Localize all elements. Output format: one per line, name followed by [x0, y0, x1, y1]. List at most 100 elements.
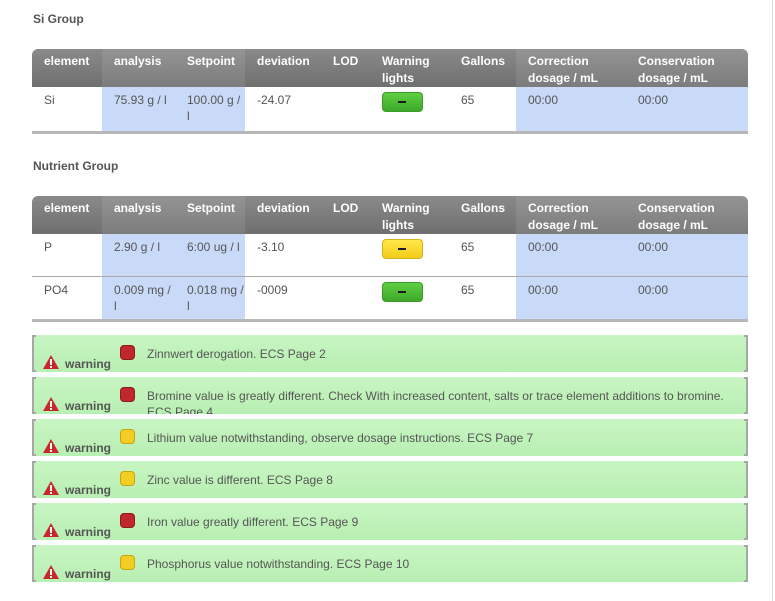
cell-warning-light: [370, 277, 449, 322]
cell-setpoint: 0.018 mg / l: [175, 277, 245, 322]
col-header-deviation: deviation: [245, 196, 321, 234]
warning-label: warning: [65, 483, 112, 497]
cell-warning-light: [370, 234, 449, 277]
warning-message: Zinc value is different. ECS Page 8: [147, 473, 333, 487]
col-header-analysis: analysis: [102, 196, 175, 234]
severity-yellow-icon: [120, 429, 135, 444]
warning-triangle-icon: [43, 355, 59, 369]
warning-message: Phosphorus value notwithstanding. ECS Pa…: [147, 557, 410, 571]
warning-label: warning: [65, 357, 112, 371]
group-title-si: Si Group: [33, 12, 84, 26]
col-header-warning-lights: Warning lights: [370, 196, 449, 234]
bracket-right: [744, 545, 748, 582]
cell-correction: 00:00: [516, 87, 626, 134]
cell-conservation: 00:00: [626, 277, 748, 322]
bracket-right: [744, 419, 748, 456]
dash-icon: [398, 248, 406, 250]
warning-label: warning: [65, 441, 112, 455]
table-row: P 2.90 g / l 6:00 ug / l -3.10 65 00:00 …: [32, 234, 748, 277]
cell-setpoint: 100.00 g / l: [175, 87, 245, 134]
severity-red-icon: [120, 513, 135, 528]
bracket-left: [32, 419, 36, 456]
warning-box: warning Zinnwert derogation. ECS Page 2: [32, 335, 748, 372]
group-title-nutrient: Nutrient Group: [33, 159, 119, 173]
bracket-left: [32, 335, 36, 372]
warning-label: warning: [65, 567, 112, 581]
col-header-gallons: Gallons: [449, 196, 516, 234]
bracket-left: [32, 377, 36, 414]
dash-icon: [398, 101, 406, 103]
col-header-warning-lights: Warning lights: [370, 49, 449, 87]
page: Si Group element analysis Setpoint devia…: [0, 0, 775, 601]
cell-analysis: 2.90 g / l: [102, 234, 175, 277]
bracket-right: [744, 503, 748, 540]
cell-lod: [321, 87, 370, 134]
table-header-row: element analysis Setpoint deviation LOD …: [32, 196, 748, 234]
warning-box: warning Lithium value notwithstanding, o…: [32, 419, 748, 456]
bracket-right: [744, 335, 748, 372]
cell-deviation: -24.07: [245, 87, 321, 134]
warning-light-yellow: [382, 239, 423, 259]
col-header-correction: Correction dosage / mL: [516, 196, 626, 234]
severity-yellow-icon: [120, 471, 135, 486]
warning-triangle-icon: [43, 523, 59, 537]
table-header-row: element analysis Setpoint deviation LOD …: [32, 49, 748, 87]
cell-gallons: 65: [449, 87, 516, 134]
warning-box: warning Phosphorus value notwithstanding…: [32, 545, 748, 582]
warning-message: Bromine value is greatly different. Chec…: [147, 389, 724, 414]
table-row: Si 75.93 g / l 100.00 g / l -24.07 65 00…: [32, 87, 748, 134]
col-header-element: element: [32, 196, 102, 234]
warning-triangle-icon: [43, 481, 59, 495]
cell-analysis: 75.93 g / l: [102, 87, 175, 134]
severity-red-icon: [120, 387, 135, 402]
col-header-analysis: analysis: [102, 49, 175, 87]
warning-message: Iron value greatly different. ECS Page 9: [147, 515, 359, 529]
bracket-left: [32, 545, 36, 582]
cell-analysis: 0.009 mg / l: [102, 277, 175, 322]
col-header-conservation: Conservation dosage / mL: [626, 196, 748, 234]
cell-lod: [321, 277, 370, 322]
col-header-correction: Correction dosage / mL: [516, 49, 626, 87]
warning-light-green: [382, 92, 423, 112]
warning-light-green: [382, 282, 423, 302]
severity-red-icon: [120, 345, 135, 360]
severity-yellow-icon: [120, 555, 135, 570]
warning-message: Zinnwert derogation. ECS Page 2: [147, 347, 326, 361]
cell-correction: 00:00: [516, 234, 626, 277]
col-header-element: element: [32, 49, 102, 87]
bracket-right: [744, 377, 748, 414]
col-header-deviation: deviation: [245, 49, 321, 87]
cell-element: PO4: [32, 277, 102, 322]
table-row: PO4 0.009 mg / l 0.018 mg / l -0009 65 0…: [32, 277, 748, 322]
right-border: [772, 0, 773, 601]
cell-lod: [321, 234, 370, 277]
nutrient-group-table: element analysis Setpoint deviation LOD …: [32, 196, 748, 322]
cell-gallons: 65: [449, 234, 516, 277]
warning-triangle-icon: [43, 397, 59, 411]
cell-conservation: 00:00: [626, 87, 748, 134]
bracket-left: [32, 461, 36, 498]
col-header-lod: LOD: [321, 196, 370, 234]
col-header-setpoint: Setpoint: [175, 49, 245, 87]
dash-icon: [398, 291, 406, 293]
cell-correction: 00:00: [516, 277, 626, 322]
warning-box: warning Bromine value is greatly differe…: [32, 377, 748, 414]
cell-conservation: 00:00: [626, 234, 748, 277]
warning-label: warning: [65, 525, 112, 539]
col-header-conservation: Conservation dosage / mL: [626, 49, 748, 87]
col-header-gallons: Gallons: [449, 49, 516, 87]
warning-triangle-icon: [43, 439, 59, 453]
bracket-left: [32, 503, 36, 540]
cell-element: P: [32, 234, 102, 277]
cell-warning-light: [370, 87, 449, 134]
col-header-setpoint: Setpoint: [175, 196, 245, 234]
cell-setpoint: 6:00 ug / l: [175, 234, 245, 277]
bracket-right: [744, 461, 748, 498]
cell-deviation: -0009: [245, 277, 321, 322]
warning-box: warning Iron value greatly different. EC…: [32, 503, 748, 540]
warning-box: warning Zinc value is different. ECS Pag…: [32, 461, 748, 498]
cell-element: Si: [32, 87, 102, 134]
cell-gallons: 65: [449, 277, 516, 322]
warning-label: warning: [65, 399, 112, 413]
col-header-lod: LOD: [321, 49, 370, 87]
